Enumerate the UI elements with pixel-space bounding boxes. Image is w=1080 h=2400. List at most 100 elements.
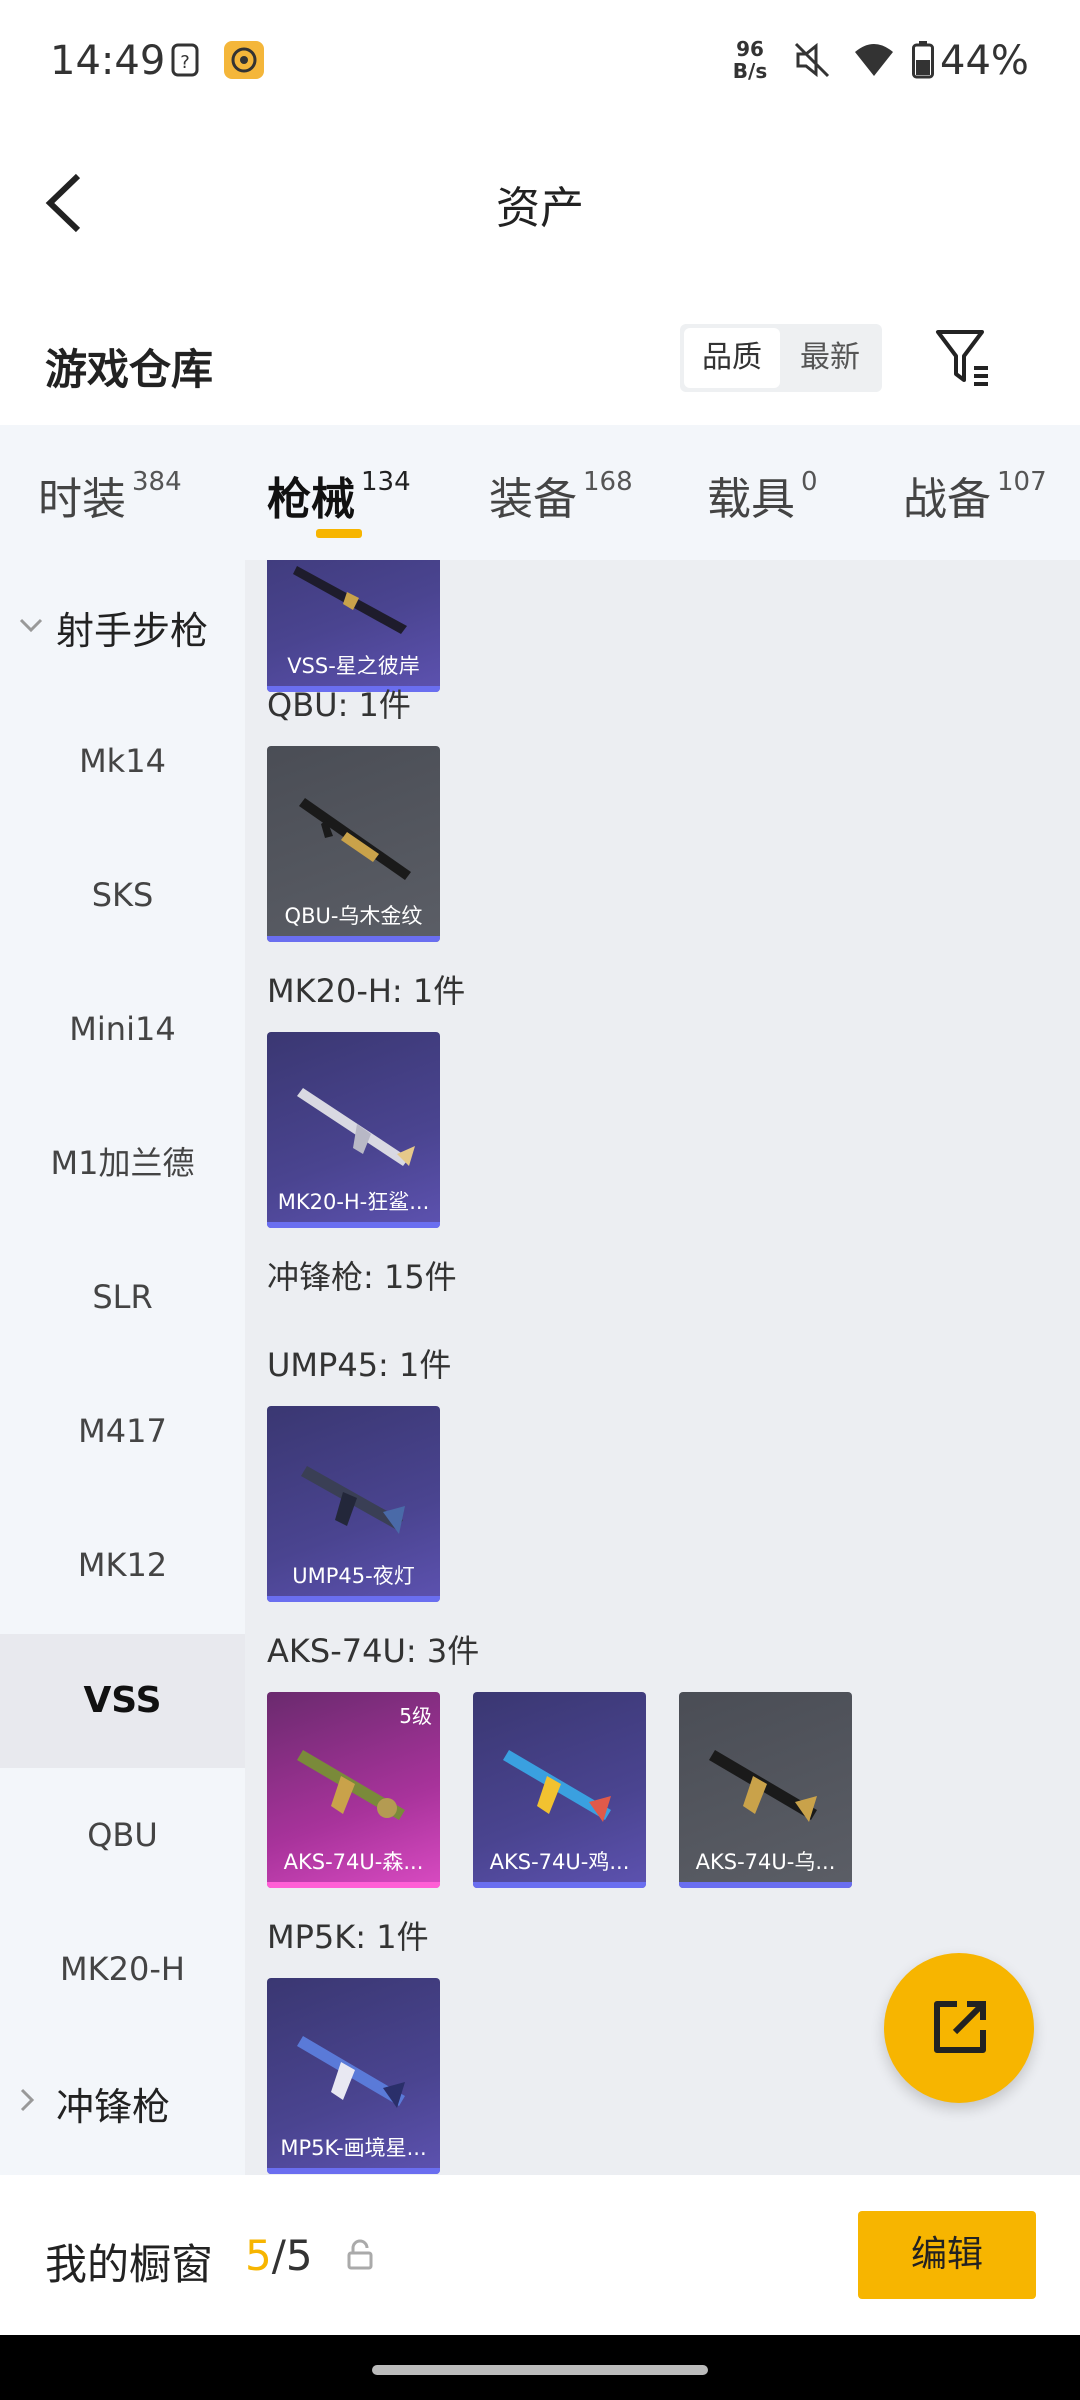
rarity-strip — [267, 2168, 440, 2174]
weapon-type-sidebar: 射手步枪 Mk14 SKS Mini14 M1加兰德 SLR M417 MK12… — [0, 560, 245, 2175]
sidebar-item-m417[interactable]: M417 — [0, 1364, 245, 1498]
tab-vehicles[interactable]: 载具 0 — [707, 463, 818, 527]
rifle-icon — [293, 566, 407, 634]
share-button[interactable] — [884, 1953, 1034, 2103]
smg-icon — [709, 1750, 817, 1822]
weapon-card-name: AKS-74U-乌... — [695, 1850, 836, 1874]
sidebar-item-mk12[interactable]: MK12 — [0, 1498, 245, 1632]
net-speed-unit: B/s — [732, 59, 768, 83]
weapon-card[interactable]: 5级 AKS-74U-森... — [267, 1692, 440, 1888]
rifle-icon — [297, 1088, 415, 1166]
group-title: QBU: 1件 — [267, 686, 411, 724]
sort-by-quality[interactable]: 品质 — [684, 328, 780, 388]
chevron-down-icon — [18, 612, 44, 642]
sidebar-item-mk14[interactable]: Mk14 — [0, 694, 245, 828]
lock-icon — [347, 2239, 373, 2270]
section-title: 游戏仓库 — [45, 345, 214, 394]
edit-button[interactable]: 编辑 — [858, 2211, 1036, 2299]
weapon-card[interactable]: UMP45-夜灯 — [267, 1406, 440, 1602]
warehouse-bar: 游戏仓库 品质 最新 — [0, 300, 1080, 420]
rarity-strip — [267, 1222, 440, 1228]
group-title: 冲锋枪: 15件 — [267, 1258, 457, 1296]
tab-count: 168 — [583, 467, 633, 498]
filter-button[interactable] — [930, 322, 1000, 392]
sidebar-item-qbu[interactable]: QBU — [0, 1768, 245, 1902]
status-bar: 14:49 ? 96 B/s 44% — [0, 0, 1080, 120]
weapon-card-name: MK20-H-狂鲨... — [277, 1190, 430, 1214]
mute-icon — [790, 40, 834, 80]
showcase-label: 我的橱窗 — [45, 2240, 214, 2289]
weapon-card[interactable]: AKS-74U-鸡... — [473, 1692, 646, 1888]
sidebar-category-marksman[interactable]: 射手步枪 — [0, 560, 245, 694]
showcase-count: 5/5 — [245, 2231, 313, 2280]
tab-fashion[interactable]: 时装 384 — [38, 463, 182, 527]
showcase-count-total: /5 — [271, 2231, 313, 2280]
smg-icon — [297, 1750, 405, 1820]
sidebar-item-m1-garand[interactable]: M1加兰德 — [0, 1096, 245, 1230]
sim-alert-icon: ? — [168, 40, 202, 80]
chevron-right-icon — [18, 2087, 36, 2120]
battery-percent: 44% — [940, 38, 1029, 84]
smg-icon — [297, 2036, 405, 2108]
group-title: UMP45: 1件 — [267, 1346, 452, 1384]
weapon-card-name: QBU-乌木金纹 — [284, 904, 423, 928]
tab-label: 枪械 — [267, 474, 355, 525]
smg-icon — [301, 1466, 405, 1534]
battery-icon — [910, 40, 936, 80]
group-title: MK20-H: 1件 — [267, 972, 466, 1010]
group-title: MP5K: 1件 — [267, 1918, 429, 1956]
weapon-card[interactable]: QBU-乌木金纹 — [267, 746, 440, 942]
sidebar-category-smg[interactable]: 冲锋枪 — [0, 2036, 245, 2170]
weapon-card[interactable]: VSS-星之彼岸 — [267, 560, 440, 692]
status-time: 14:49 — [50, 38, 166, 84]
sort-by-newest[interactable]: 最新 — [782, 328, 878, 388]
weapon-card[interactable]: MK20-H-狂鲨... — [267, 1032, 440, 1228]
net-speed-value: 96 — [736, 37, 764, 61]
filter-icon — [936, 330, 988, 386]
rarity-strip — [267, 936, 440, 942]
tab-label: 装备 — [489, 474, 577, 525]
weapon-card-name: AKS-74U-森... — [283, 1850, 424, 1874]
weapon-card[interactable]: AKS-74U-乌... — [679, 1692, 852, 1888]
tab-label: 载具 — [707, 474, 795, 525]
share-external-icon — [934, 2001, 986, 2053]
tab-count: 0 — [801, 467, 818, 498]
tab-count: 107 — [997, 467, 1047, 498]
weapon-grid: VSS-星之彼岸 QBU: 1件 QBU-乌木金纹 MK20-H: 1件 MK2… — [245, 560, 1080, 2175]
tab-supplies[interactable]: 战备 107 — [903, 463, 1047, 527]
sidebar-category-label: 冲锋枪 — [56, 2084, 171, 2129]
sidebar-category-label: 射手步枪 — [56, 608, 209, 653]
tab-count: 134 — [361, 467, 411, 498]
tab-equipment[interactable]: 装备 168 — [489, 463, 633, 527]
sidebar-item-mk20h[interactable]: MK20-H — [0, 1902, 245, 2036]
net-speed: 96 B/s — [730, 38, 770, 82]
page-header: 资产 — [0, 120, 1080, 270]
weapon-card-name: AKS-74U-鸡... — [489, 1850, 630, 1874]
rarity-strip — [473, 1882, 646, 1888]
active-tab-indicator — [316, 529, 362, 538]
weapon-card[interactable]: MP5K-画境星... — [267, 1978, 440, 2174]
category-tabs: 时装 384 枪械 134 装备 168 载具 0 战备 107 — [0, 425, 1080, 560]
tab-weapons[interactable]: 枪械 134 — [267, 463, 411, 527]
tab-label: 战备 — [903, 474, 991, 525]
showcase-bar: 我的橱窗 5/5 编辑 — [0, 2175, 1080, 2335]
sidebar-item-sks[interactable]: SKS — [0, 828, 245, 962]
tab-count: 384 — [132, 467, 182, 498]
rarity-strip — [267, 1882, 440, 1888]
tab-label: 时装 — [38, 474, 126, 525]
wifi-icon — [852, 40, 896, 80]
sort-toggle: 品质 最新 — [680, 324, 882, 392]
sidebar-item-vss[interactable]: VSS — [0, 1634, 245, 1768]
app-notification-icon — [222, 40, 266, 80]
rifle-icon — [299, 798, 411, 880]
smg-icon — [503, 1750, 611, 1822]
sidebar-item-slr[interactable]: SLR — [0, 1230, 245, 1364]
system-nav-bar — [0, 2335, 1080, 2400]
rarity-strip — [267, 1596, 440, 1602]
group-title: AKS-74U: 3件 — [267, 1632, 480, 1670]
page-title: 资产 — [496, 183, 584, 234]
rarity-strip — [679, 1882, 852, 1888]
weapon-card-name: VSS-星之彼岸 — [287, 654, 420, 678]
sidebar-item-mini14[interactable]: Mini14 — [0, 962, 245, 1096]
home-gesture-bar[interactable] — [372, 2365, 708, 2375]
